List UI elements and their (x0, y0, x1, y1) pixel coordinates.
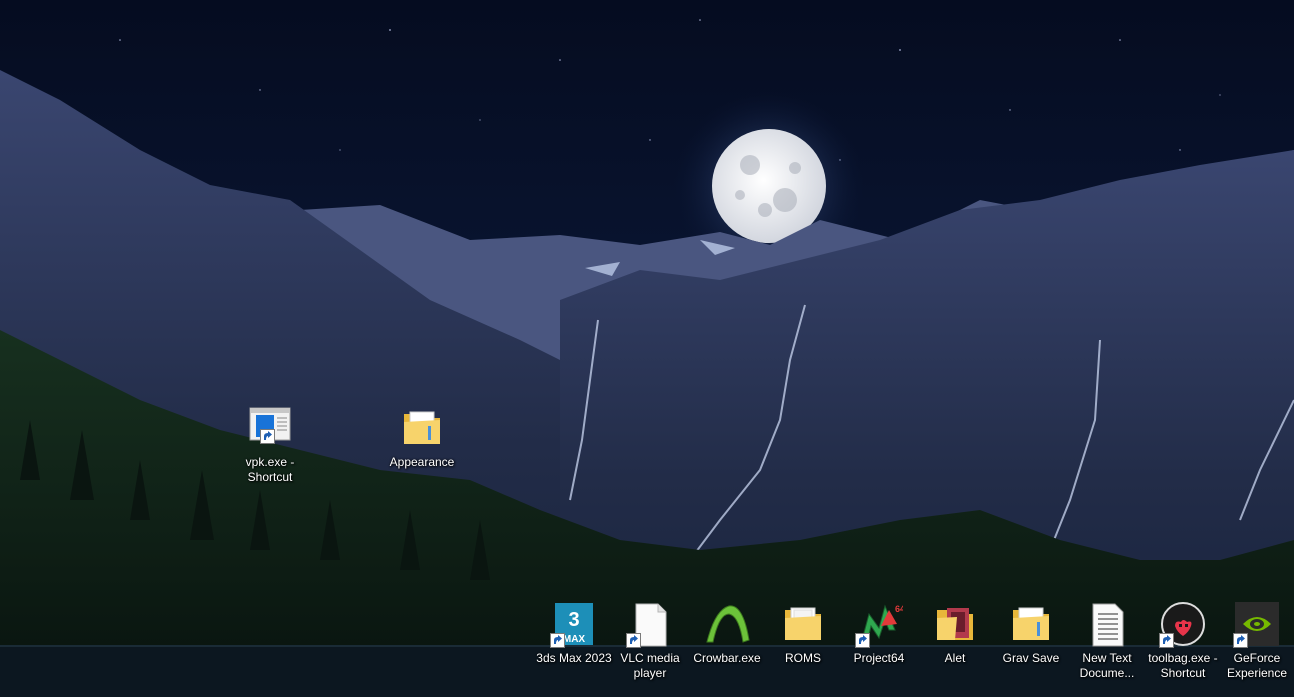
folder-icon (1007, 600, 1055, 648)
desktop-icon-roms[interactable]: ROMS (765, 600, 841, 666)
nvidia-icon (1233, 600, 1281, 648)
desktop-icon-geforce-experience[interactable]: GeForce Experience (1219, 600, 1294, 681)
desktop-icon-alet[interactable]: Alet (917, 600, 993, 666)
folder-icon (779, 600, 827, 648)
desktop-icon-crowbar[interactable]: Crowbar.exe (689, 600, 765, 666)
crowbar-icon (703, 600, 751, 648)
desktop-wallpaper (0, 0, 1294, 697)
desktop-icon-vpk-shortcut[interactable]: vpk.exe - Shortcut (232, 404, 308, 485)
svg-text:64: 64 (895, 604, 903, 614)
folder-icon (398, 404, 446, 452)
vpk-app-icon (246, 404, 294, 452)
3ds-max-text: MAX (563, 634, 586, 645)
text-document-icon (1083, 600, 1131, 648)
shortcut-arrow-icon (1159, 633, 1174, 648)
shortcut-arrow-icon (260, 429, 275, 444)
shortcut-arrow-icon (626, 633, 641, 648)
3ds-max-icon: 3 MAX (550, 600, 598, 648)
3ds-max-number: 3 (568, 609, 579, 631)
desktop-icon-3ds-max[interactable]: 3 MAX 3ds Max 2023 (536, 600, 612, 666)
shortcut-arrow-icon (550, 633, 565, 648)
desktop-icon-appearance[interactable]: Appearance (384, 404, 460, 470)
desktop-icon-vlc[interactable]: VLC media player (612, 600, 688, 681)
desktop-icon-grav-save[interactable]: Grav Save (993, 600, 1069, 666)
toolbag-icon (1159, 600, 1207, 648)
project64-icon: 64 (855, 600, 905, 648)
blank-file-icon (626, 600, 674, 648)
folder-icon (931, 600, 979, 648)
shortcut-arrow-icon (855, 633, 870, 648)
shortcut-arrow-icon (1233, 633, 1248, 648)
desktop-icon-project64[interactable]: 64 Project64 (841, 600, 917, 666)
desktop-icon-new-text-document[interactable]: New Text Docume... (1069, 600, 1145, 681)
desktop-icon-toolbag-shortcut[interactable]: toolbag.exe - Shortcut (1145, 600, 1221, 681)
